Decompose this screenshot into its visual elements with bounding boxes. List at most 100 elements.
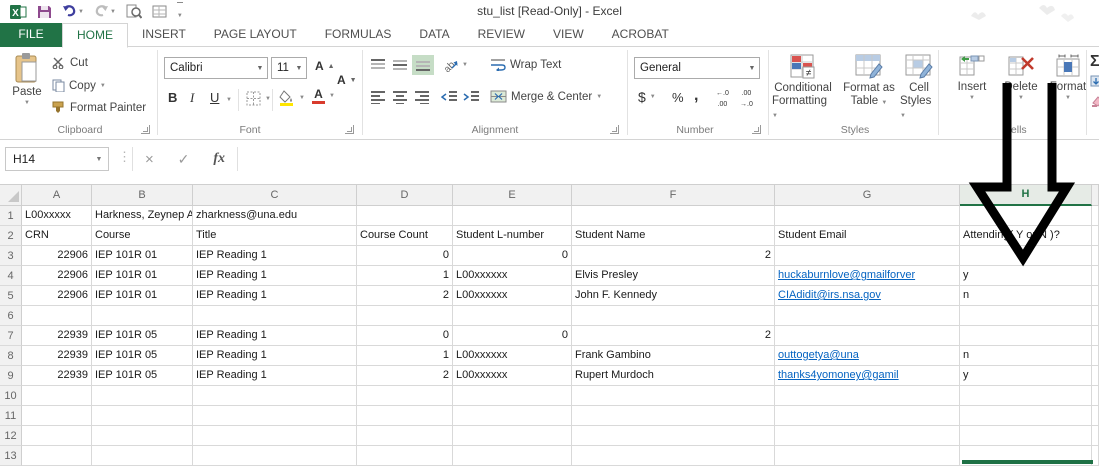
cell-F7[interactable]: 2 [572, 326, 775, 346]
increase-decimal-button[interactable]: ←.0.00 [716, 90, 729, 108]
cell-G10[interactable] [775, 386, 960, 406]
cell-E11[interactable] [453, 406, 572, 426]
copy-button[interactable]: Copy ▼ [52, 79, 106, 92]
cell-A10[interactable] [22, 386, 92, 406]
cell-C8[interactable]: IEP Reading 1 [193, 346, 357, 366]
decrease-decimal-button[interactable]: .00→.0 [740, 90, 753, 108]
row-header-1[interactable]: 1 [0, 206, 22, 226]
number-format-combo[interactable]: General ▼ [634, 57, 760, 79]
cell-G9[interactable]: thanks4yomoney@gamil [775, 366, 960, 386]
cell-C13[interactable] [193, 446, 357, 466]
cell-G2[interactable]: Student Email [775, 226, 960, 246]
cell-G12[interactable] [775, 426, 960, 446]
cell-D1[interactable] [357, 206, 453, 226]
row-header-7[interactable]: 7 [0, 326, 22, 346]
font-name-dropdown-icon[interactable]: ▼ [253, 65, 267, 72]
cell-C11[interactable] [193, 406, 357, 426]
cell-E2[interactable]: Student L-number [453, 226, 572, 246]
row-header-6[interactable]: 6 [0, 306, 22, 326]
cell-E10[interactable] [453, 386, 572, 406]
cell-B12[interactable] [92, 426, 193, 446]
align-right-button[interactable] [414, 90, 430, 104]
underline-dropdown-icon[interactable]: ▼ [226, 97, 232, 103]
cell-F2[interactable]: Student Name [572, 226, 775, 246]
cell-G5[interactable]: CIAdidit@irs.nsa.gov [775, 286, 960, 306]
cell-B4[interactable]: IEP 101R 01 [92, 266, 193, 286]
cell-F13[interactable] [572, 446, 775, 466]
format-cells-button[interactable]: Format ▼ [1046, 54, 1090, 101]
cell-H1[interactable] [960, 206, 1092, 226]
orientation-dropdown-icon[interactable]: ▼ [462, 62, 468, 68]
insert-dropdown-icon[interactable]: ▼ [969, 95, 975, 101]
cell-G13[interactable] [775, 446, 960, 466]
column-header-F[interactable]: F [572, 185, 775, 206]
autosum-button[interactable]: Σ [1090, 53, 1099, 71]
cell-D2[interactable]: Course Count [357, 226, 453, 246]
cell-F1[interactable] [572, 206, 775, 226]
tab-acrobat[interactable]: ACROBAT [598, 23, 683, 47]
comma-style-button[interactable]: , [694, 87, 698, 105]
cell-A1[interactable]: L00xxxxx [22, 206, 92, 226]
formula-bar-grip[interactable]: ⋮ [118, 149, 131, 165]
insert-cells-button[interactable]: Insert ▼ [950, 54, 994, 101]
row-header-11[interactable]: 11 [0, 406, 22, 426]
align-center-button[interactable] [392, 90, 408, 104]
cell-D4[interactable]: 1 [357, 266, 453, 286]
insert-function-icon[interactable]: fx [213, 151, 225, 167]
column-header-E[interactable]: E [453, 185, 572, 206]
merge-center-button[interactable]: Merge & Center ▼ [490, 90, 602, 103]
conditional-formatting-button[interactable]: ≠ Conditional Formatting ▼ [772, 54, 834, 123]
cell-H8[interactable]: n [960, 346, 1092, 366]
cancel-icon[interactable]: × [145, 151, 154, 168]
fill-button[interactable] [1090, 75, 1099, 87]
borders-button[interactable]: ▼ [246, 91, 271, 106]
cell-B13[interactable] [92, 446, 193, 466]
tab-formulas[interactable]: FORMULAS [311, 23, 406, 47]
cell-C6[interactable] [193, 306, 357, 326]
paste-dropdown-icon[interactable]: ▼ [24, 100, 30, 106]
cell-A5[interactable]: 22906 [22, 286, 92, 306]
cell-E3[interactable]: 0 [453, 246, 572, 266]
cell-D8[interactable]: 1 [357, 346, 453, 366]
tab-view[interactable]: VIEW [539, 23, 598, 47]
cell-B3[interactable]: IEP 101R 01 [92, 246, 193, 266]
cell-D6[interactable] [357, 306, 453, 326]
select-all-button[interactable] [0, 185, 22, 206]
cell-E7[interactable]: 0 [453, 326, 572, 346]
cell-H10[interactable] [960, 386, 1092, 406]
accounting-format-button[interactable]: $ ▼ [638, 89, 656, 105]
cell-E12[interactable] [453, 426, 572, 446]
alignment-dialog-launcher[interactable] [610, 125, 619, 134]
orientation-button[interactable]: ab ▼ [443, 57, 468, 72]
cell-A8[interactable]: 22939 [22, 346, 92, 366]
cell-D12[interactable] [357, 426, 453, 446]
cell-B10[interactable] [92, 386, 193, 406]
row-header-4[interactable]: 4 [0, 266, 22, 286]
number-dialog-launcher[interactable] [752, 125, 761, 134]
cell-H4[interactable]: y [960, 266, 1092, 286]
cell-G11[interactable] [775, 406, 960, 426]
cell-C1[interactable]: zharkness@una.edu [193, 206, 357, 226]
cell-H3[interactable] [960, 246, 1092, 266]
row-header-9[interactable]: 9 [0, 366, 22, 386]
cell-B9[interactable]: IEP 101R 05 [92, 366, 193, 386]
cell-B5[interactable]: IEP 101R 01 [92, 286, 193, 306]
accounting-dropdown-icon[interactable]: ▼ [650, 94, 656, 100]
number-format-dropdown-icon[interactable]: ▼ [745, 65, 759, 72]
column-header-G[interactable]: G [775, 185, 960, 206]
column-header-H[interactable]: H [960, 185, 1092, 206]
cell-E4[interactable]: L00xxxxxx [453, 266, 572, 286]
decrease-indent-button[interactable] [441, 90, 458, 104]
delete-dropdown-icon[interactable]: ▼ [1018, 95, 1024, 101]
cell-C10[interactable] [193, 386, 357, 406]
column-header-C[interactable]: C [193, 185, 357, 206]
cell-H12[interactable] [960, 426, 1092, 446]
cell-F9[interactable]: Rupert Murdoch [572, 366, 775, 386]
cell-A13[interactable] [22, 446, 92, 466]
cell-H9[interactable]: y [960, 366, 1092, 386]
paste-button[interactable]: Paste ▼ [6, 53, 48, 106]
cell-C7[interactable]: IEP Reading 1 [193, 326, 357, 346]
cell-F10[interactable] [572, 386, 775, 406]
row-header-5[interactable]: 5 [0, 286, 22, 306]
cell-G7[interactable] [775, 326, 960, 346]
